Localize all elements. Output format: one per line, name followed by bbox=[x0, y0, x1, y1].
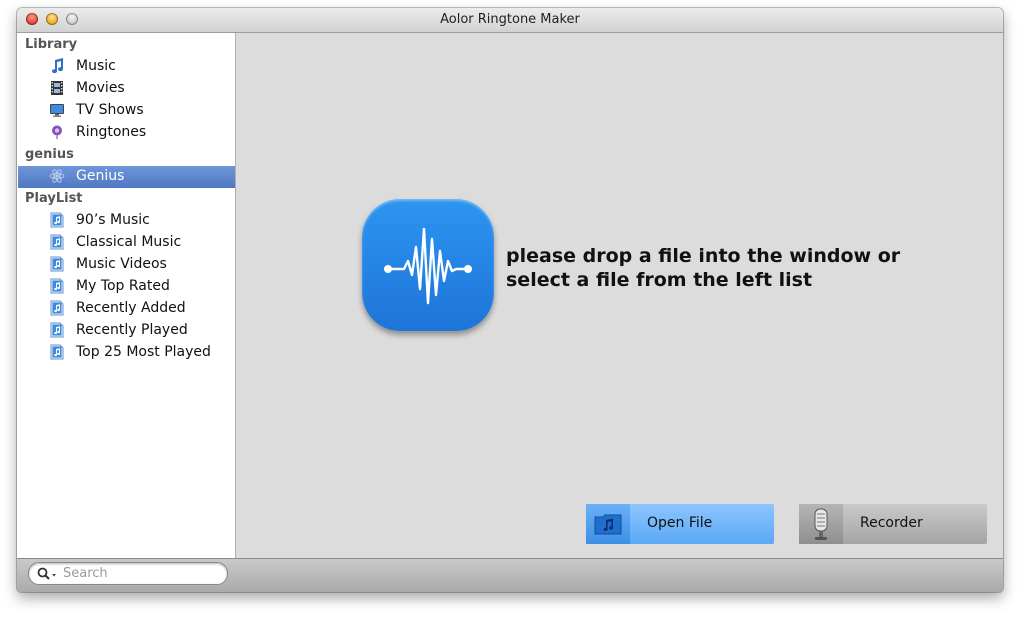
playlist-icon bbox=[49, 234, 65, 250]
sidebar-item-top-25-most-played[interactable]: Top 25 Most Played bbox=[18, 342, 235, 364]
sidebar-item-label: Music Videos bbox=[76, 256, 167, 272]
playlist-header: PlayList bbox=[25, 191, 83, 206]
sidebar: Library Music Movies TV Shows Ringtones bbox=[17, 33, 236, 558]
window-title: Aolor Ringtone Maker bbox=[440, 12, 580, 27]
recorder-button[interactable]: Recorder bbox=[799, 504, 987, 544]
open-file-button[interactable]: Open File bbox=[586, 504, 774, 544]
open-file-label: Open File bbox=[647, 515, 713, 531]
playlist-icon bbox=[49, 322, 65, 338]
search-field[interactable] bbox=[28, 562, 228, 585]
sidebar-item-movies[interactable]: Movies bbox=[18, 78, 235, 100]
playlist-icon bbox=[49, 256, 65, 272]
sidebar-item-label: Top 25 Most Played bbox=[76, 344, 211, 360]
sidebar-item-label: Recently Added bbox=[76, 300, 186, 316]
drop-message-line-2: select a file from the left list bbox=[506, 269, 813, 291]
recorder-icon-area bbox=[799, 504, 843, 544]
sidebar-item-ringtones[interactable]: Ringtones bbox=[18, 122, 235, 144]
recorder-label: Recorder bbox=[860, 515, 923, 531]
film-icon bbox=[49, 80, 65, 96]
sidebar-item-label: Recently Played bbox=[76, 322, 188, 338]
search-icon bbox=[37, 566, 56, 580]
drop-message-line-1: please drop a file into the window or bbox=[506, 245, 901, 267]
sidebar-item-genius[interactable]: Genius bbox=[18, 166, 235, 188]
sidebar-item-label: Classical Music bbox=[76, 234, 182, 250]
sidebar-item-classical-music[interactable]: Classical Music bbox=[18, 232, 235, 254]
sidebar-item-label: Music bbox=[76, 58, 116, 74]
library-header: Library bbox=[25, 37, 78, 52]
tv-icon bbox=[49, 102, 65, 118]
sidebar-item-label: My Top Rated bbox=[76, 278, 170, 294]
playlist-icon bbox=[49, 278, 65, 294]
playlist-icon bbox=[49, 344, 65, 360]
sidebar-item-90s-music[interactable]: 90’s Music bbox=[18, 210, 235, 232]
search-input[interactable] bbox=[63, 564, 213, 582]
sidebar-item-my-top-rated[interactable]: My Top Rated bbox=[18, 276, 235, 298]
sidebar-item-tv-shows[interactable]: TV Shows bbox=[18, 100, 235, 122]
sidebar-item-music-videos[interactable]: Music Videos bbox=[18, 254, 235, 276]
playlist-icon bbox=[49, 300, 65, 316]
title-bar[interactable]: Aolor Ringtone Maker bbox=[17, 8, 1003, 33]
playlist-icon bbox=[49, 212, 65, 228]
drop-area[interactable]: please drop a file into the window or se… bbox=[236, 33, 1003, 558]
sidebar-item-recently-added[interactable]: Recently Added bbox=[18, 298, 235, 320]
sidebar-item-label: Genius bbox=[76, 168, 125, 184]
waveform-icon bbox=[362, 199, 494, 331]
app-window: Aolor Ringtone Maker Library Music Movie… bbox=[17, 8, 1003, 592]
folder-music-icon bbox=[594, 513, 622, 539]
open-file-icon-area bbox=[586, 504, 630, 544]
genius-atom-icon bbox=[49, 168, 65, 184]
bottom-bar bbox=[17, 558, 1003, 592]
sidebar-item-label: 90’s Music bbox=[76, 212, 150, 228]
sidebar-item-label: Movies bbox=[76, 80, 125, 96]
music-note-icon bbox=[49, 58, 65, 74]
sidebar-item-music[interactable]: Music bbox=[18, 56, 235, 78]
microphone-icon bbox=[813, 508, 829, 546]
sidebar-item-label: TV Shows bbox=[76, 102, 144, 118]
sidebar-item-recently-played[interactable]: Recently Played bbox=[18, 320, 235, 342]
genius-header: genius bbox=[25, 147, 74, 162]
sidebar-item-label: Ringtones bbox=[76, 124, 147, 140]
ringtone-bell-icon bbox=[49, 124, 65, 140]
